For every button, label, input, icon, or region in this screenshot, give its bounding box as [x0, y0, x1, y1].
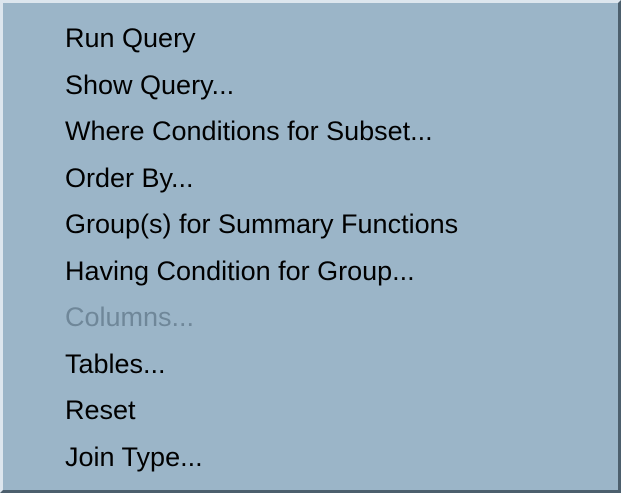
menu-item-show-query[interactable]: Show Query... [3, 62, 618, 109]
menu-item-group-summary-functions[interactable]: Group(s) for Summary Functions [3, 201, 618, 248]
menu-item-order-by[interactable]: Order By... [3, 155, 618, 202]
menu-item-reset[interactable]: Reset [3, 387, 618, 434]
query-context-menu: Run Query Show Query... Where Conditions… [0, 0, 621, 493]
menu-item-run-query[interactable]: Run Query [3, 15, 618, 62]
menu-item-tables[interactable]: Tables... [3, 341, 618, 388]
menu-item-columns: Columns... [65, 302, 195, 332]
menu-item-join-type[interactable]: Join Type... [3, 434, 618, 481]
menu-item-having-condition[interactable]: Having Condition for Group... [3, 248, 618, 295]
menu-item-where-conditions[interactable]: Where Conditions for Subset... [3, 108, 618, 155]
